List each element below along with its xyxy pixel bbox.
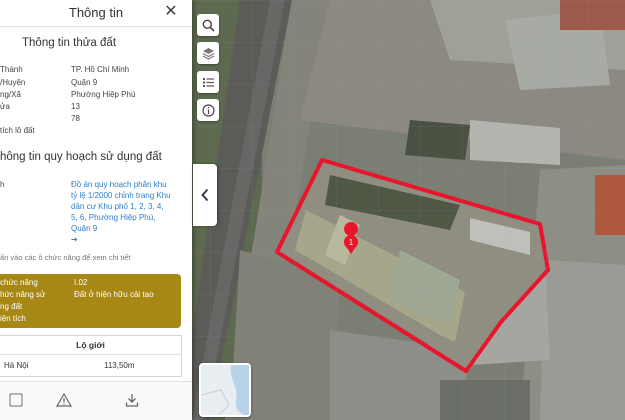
info-panel: Thông tin ✕ Thông tin thửa đất Thành TP.…	[0, 0, 192, 420]
planning-link-text: Đồ án quy hoạch phân khu tỷ lệ 1/2000 ch…	[71, 180, 171, 233]
info-icon	[201, 103, 215, 117]
info-button[interactable]	[197, 99, 219, 121]
layers-button[interactable]	[197, 42, 219, 64]
section-planning-title: hông tin quy hoạch sử dụng đất	[0, 151, 162, 163]
land-row-value: 78	[71, 114, 80, 123]
panel-header: Thông tin ✕	[0, 0, 192, 27]
function-key: ng đất	[0, 302, 23, 311]
hint-text: ấn vào các ô chức năng để xem chi tiết	[0, 253, 131, 262]
chevron-left-icon	[201, 188, 209, 202]
minimap[interactable]	[199, 363, 251, 417]
legend-button[interactable]	[197, 71, 219, 93]
function-value: I.02	[74, 278, 88, 287]
arrow-right-icon: ➔	[71, 235, 78, 244]
section-land-title: Thông tin thửa đất	[22, 37, 117, 49]
list-icon	[202, 77, 214, 87]
land-row-key: tích lô đất	[0, 126, 35, 135]
share-button[interactable]	[2, 386, 30, 414]
function-key: iện tích	[0, 314, 26, 323]
function-key: chức năng	[0, 278, 38, 287]
function-key: hức năng sử	[0, 290, 46, 299]
download-icon	[125, 394, 139, 407]
panel-footer	[0, 381, 192, 420]
search-icon	[202, 19, 215, 32]
land-row-value: 13	[71, 102, 80, 111]
land-row-key: ửa	[0, 102, 10, 111]
planning-label-text: h	[0, 180, 5, 189]
layers-icon	[202, 47, 214, 60]
land-row-value: Quận 9	[71, 78, 98, 87]
land-row-key: /Huyện	[0, 78, 26, 87]
warning-icon	[56, 393, 72, 407]
download-button[interactable]	[118, 386, 146, 414]
divider	[0, 354, 181, 355]
close-icon[interactable]: ✕	[162, 3, 180, 21]
land-row-value: TP. Hồ Chí Minh	[71, 65, 130, 74]
report-button[interactable]	[50, 386, 78, 414]
boundary-road: Hà Nội	[4, 361, 29, 370]
land-row-key: Thành	[0, 65, 23, 74]
land-row-key: ng/Xã	[0, 90, 21, 99]
land-row-value: Phường Hiệp Phú	[71, 90, 136, 99]
function-box[interactable]: chức năng I.02 hức năng sử Đất ở hiện hữ…	[0, 274, 181, 328]
boundary-table: Lộ giới Hà Nội 113,50m	[0, 335, 182, 377]
function-value: Đất ở hiện hữu cải tạo	[74, 290, 154, 299]
minimap-graphic	[201, 365, 249, 415]
boundary-heading: Lộ giới	[76, 340, 105, 350]
search-button[interactable]	[197, 14, 219, 36]
planning-link[interactable]: Đồ án quy hoạch phân khu tỷ lệ 1/2000 ch…	[71, 179, 171, 245]
collapse-panel-button[interactable]	[193, 164, 217, 226]
square-icon	[9, 393, 23, 407]
boundary-value: 113,50m	[104, 361, 135, 370]
